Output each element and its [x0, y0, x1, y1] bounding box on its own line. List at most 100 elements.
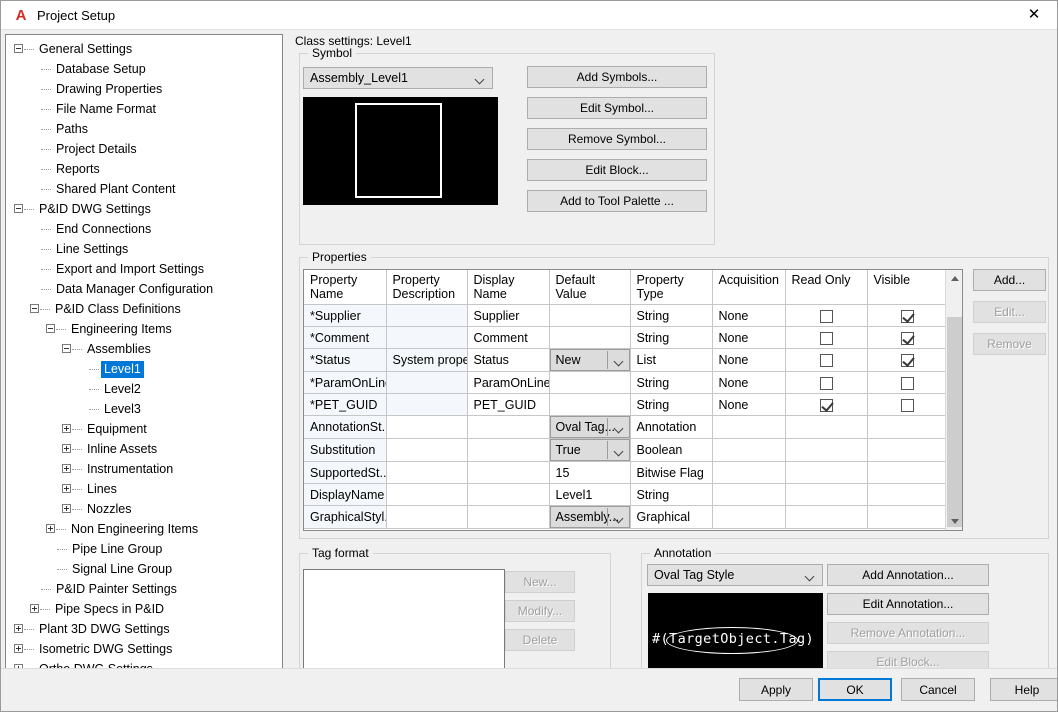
tree-item-level3[interactable]: Level3 — [6, 399, 282, 419]
expand-icon[interactable] — [62, 464, 71, 474]
tree-item-data-manager-configuration[interactable]: Data Manager Configuration — [6, 279, 282, 299]
cell-default-value[interactable] — [549, 393, 631, 416]
properties-grid-container[interactable]: Property Name Property Description Display… — [303, 269, 963, 531]
cell-default-value[interactable] — [549, 304, 631, 327]
cell-property-name[interactable]: *Supplier — [304, 304, 387, 327]
cell-read-only[interactable] — [785, 304, 868, 327]
cell-display-name[interactable]: Supplier — [467, 304, 550, 327]
cell-property-type[interactable]: String — [630, 393, 713, 416]
scroll-down-arrow-icon[interactable] — [946, 513, 962, 530]
cell-acquisition[interactable] — [712, 483, 786, 506]
cell-property-description[interactable] — [386, 483, 468, 506]
cell-property-name[interactable]: SupportedSt... — [304, 461, 387, 484]
cell-display-name[interactable] — [467, 415, 550, 439]
tree-item-export-and-import-settings[interactable]: Export and Import Settings — [6, 259, 282, 279]
cancel-button[interactable]: Cancel — [901, 678, 975, 701]
cell-property-description[interactable] — [386, 304, 468, 327]
expand-icon[interactable] — [62, 504, 71, 514]
cell-read-only[interactable] — [785, 326, 868, 349]
cell-property-name[interactable]: *Status — [304, 348, 387, 372]
help-button[interactable]: Help — [990, 678, 1057, 701]
table-row[interactable]: SupportedSt... 15 Bitwise Flag — [304, 461, 945, 484]
cell-property-type[interactable]: String — [630, 371, 713, 394]
cell-display-name[interactable]: Status — [467, 348, 550, 372]
cell-combobox[interactable]: Assembly... — [549, 506, 629, 528]
scroll-up-arrow-icon[interactable] — [946, 270, 962, 287]
cell-visible[interactable] — [867, 304, 945, 327]
checkbox-unchecked-icon[interactable] — [819, 331, 833, 345]
cell-combobox[interactable]: Oval Tag... — [549, 416, 629, 438]
expand-icon[interactable] — [62, 484, 71, 494]
checkbox-unchecked-icon[interactable] — [819, 309, 833, 323]
cell-acquisition[interactable]: None — [712, 348, 786, 372]
tree-item-file-name-format[interactable]: File Name Format — [6, 99, 282, 119]
cell-acquisition[interactable]: None — [712, 393, 786, 416]
tree-item-instrumentation[interactable]: Instrumentation — [6, 459, 282, 479]
annotation-combobox[interactable]: Oval Tag Style — [647, 564, 823, 586]
cell-display-name[interactable] — [467, 483, 550, 506]
column-header-display-name[interactable]: Display Name — [467, 270, 550, 305]
cell-property-name[interactable]: AnnotationSt... — [304, 415, 387, 439]
scrollbar-thumb[interactable] — [947, 317, 962, 527]
cell-acquisition[interactable] — [712, 461, 786, 484]
cell-property-type[interactable]: Boolean — [630, 438, 713, 462]
checkbox-unchecked-icon[interactable] — [819, 354, 833, 368]
expand-icon[interactable] — [46, 524, 55, 534]
annotation-add-annotation-button[interactable]: Add Annotation... — [827, 564, 989, 586]
checkbox-checked-icon[interactable] — [819, 398, 833, 412]
tree-item-lines[interactable]: Lines — [6, 479, 282, 499]
ok-button[interactable]: OK — [818, 678, 892, 701]
cell-default-value[interactable]: New — [549, 348, 631, 372]
expand-icon[interactable] — [30, 604, 39, 614]
tree-item-p-id-dwg-settings[interactable]: P&ID DWG Settings — [6, 199, 282, 219]
cell-combobox[interactable]: New — [549, 349, 629, 371]
table-row[interactable]: GraphicalStyl... Assembly... Graphical — [304, 505, 945, 529]
cell-default-value[interactable]: Level1 — [549, 483, 631, 506]
cell-acquisition[interactable]: None — [712, 326, 786, 349]
cell-default-value[interactable]: Oval Tag... — [549, 415, 631, 439]
checkbox-unchecked-icon[interactable] — [819, 376, 833, 390]
annotation-edit-annotation-button[interactable]: Edit Annotation... — [827, 593, 989, 615]
table-row[interactable]: *Supplier Supplier String None — [304, 304, 945, 327]
cell-visible[interactable] — [867, 393, 945, 416]
symbol-add-to-tool-palette-button[interactable]: Add to Tool Palette ... — [527, 190, 707, 212]
cell-property-name[interactable]: Substitution — [304, 438, 387, 462]
tree-item-engineering-items[interactable]: Engineering Items — [6, 319, 282, 339]
column-header-visible[interactable]: Visible — [867, 270, 945, 305]
cell-property-name[interactable]: *Comment — [304, 326, 387, 349]
cell-default-value[interactable] — [549, 371, 631, 394]
tree-item-non-engineering-items[interactable]: Non Engineering Items — [6, 519, 282, 539]
cell-visible[interactable] — [867, 371, 945, 394]
tree-item-end-connections[interactable]: End Connections — [6, 219, 282, 239]
cell-property-type[interactable]: Graphical — [630, 505, 713, 529]
apply-button[interactable]: Apply — [739, 678, 813, 701]
symbol-remove-symbol-button[interactable]: Remove Symbol... — [527, 128, 707, 150]
column-header-property-description[interactable]: Property Description — [386, 270, 468, 305]
tree-item-database-setup[interactable]: Database Setup — [6, 59, 282, 79]
table-row[interactable]: AnnotationSt... Oval Tag... Annotation — [304, 415, 945, 439]
cell-property-type[interactable]: Annotation — [630, 415, 713, 439]
cell-acquisition[interactable] — [712, 505, 786, 529]
collapse-icon[interactable] — [30, 304, 39, 314]
cell-property-description[interactable] — [386, 393, 468, 416]
checkbox-unchecked-icon[interactable] — [900, 398, 914, 412]
cell-property-description[interactable]: System prope... — [386, 348, 468, 372]
cell-acquisition[interactable] — [712, 415, 786, 439]
symbol-add-symbols-button[interactable]: Add Symbols... — [527, 66, 707, 88]
tree-item-assemblies[interactable]: Assemblies — [6, 339, 282, 359]
expand-icon[interactable] — [14, 644, 23, 654]
tree-item-level2[interactable]: Level2 — [6, 379, 282, 399]
tree-item-paths[interactable]: Paths — [6, 119, 282, 139]
cell-property-name[interactable]: *PET_GUID — [304, 393, 387, 416]
cell-display-name[interactable]: ParamOnLine — [467, 371, 550, 394]
column-header-acquisition[interactable]: Acquisition — [712, 270, 786, 305]
cell-property-type[interactable]: String — [630, 304, 713, 327]
cell-display-name[interactable] — [467, 505, 550, 529]
cell-acquisition[interactable]: None — [712, 304, 786, 327]
cell-display-name[interactable] — [467, 461, 550, 484]
cell-read-only[interactable] — [785, 371, 868, 394]
cell-property-type[interactable]: List — [630, 348, 713, 372]
cell-property-description[interactable] — [386, 438, 468, 462]
column-header-read-only[interactable]: Read Only — [785, 270, 868, 305]
cell-property-type[interactable]: Bitwise Flag — [630, 461, 713, 484]
